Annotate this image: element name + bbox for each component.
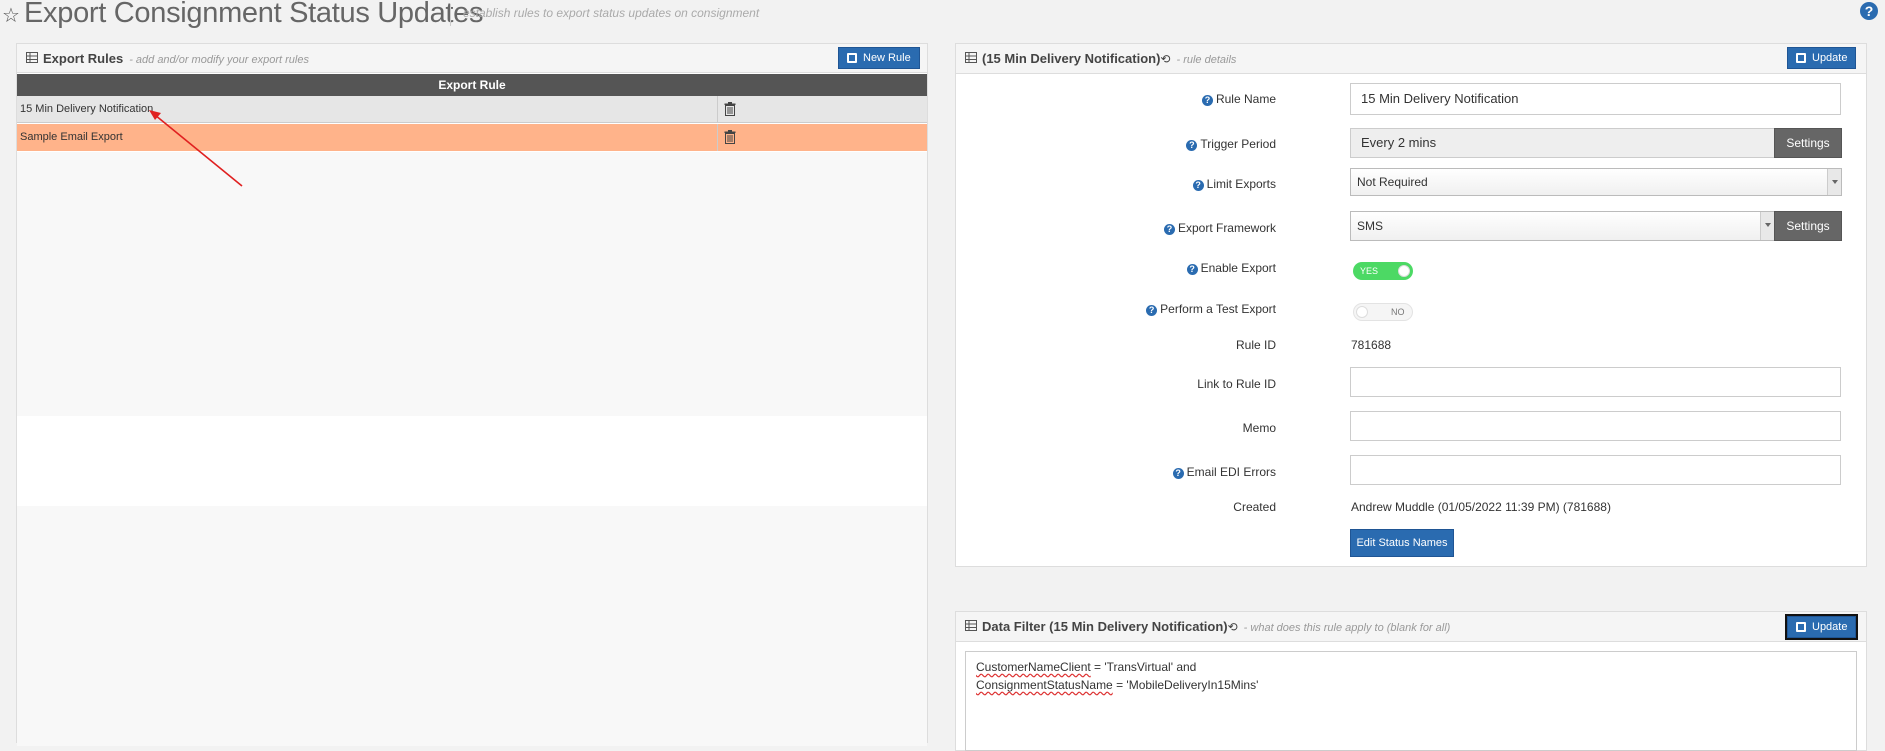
export-rules-title: Export Rules <box>43 51 124 66</box>
memo-input[interactable] <box>1350 411 1841 441</box>
test-export-toggle[interactable]: NO <box>1353 303 1413 321</box>
export-rules-panel: Export Rules - add and/or modify your exp… <box>16 43 928 746</box>
trigger-period-label: ? Trigger Period <box>1186 137 1276 151</box>
trigger-settings-button[interactable]: Settings <box>1774 128 1842 158</box>
rule-name[interactable]: 15 Min Delivery Notification <box>20 96 153 123</box>
filter-field-1: CustomerNameClient <box>976 660 1091 674</box>
title-divider <box>450 4 451 26</box>
data-filter-panel: Data Filter (15 Min Delivery Notificatio… <box>955 611 1867 751</box>
export-framework-label: ? Export Framework <box>1163 221 1276 235</box>
trash-icon[interactable] <box>724 102 736 116</box>
new-rule-label: New Rule <box>863 52 911 64</box>
chevron-down-icon <box>1760 212 1774 240</box>
page-title: Export Consignment Status Updates <box>24 0 484 29</box>
table-icon <box>965 620 977 631</box>
toggle-knob <box>1356 306 1368 318</box>
link-rule-id-label: Link to Rule ID <box>1197 377 1276 391</box>
help-icon[interactable]: ? <box>1186 140 1198 151</box>
export-rules-hint: - add and/or modify your export rules <box>129 54 309 66</box>
rule-name-input[interactable]: 15 Min Delivery Notification <box>1350 83 1841 115</box>
data-filter-hint: - what does this rule apply to (blank fo… <box>1243 622 1451 634</box>
rule-name[interactable]: Sample Email Export <box>20 124 123 151</box>
rule-details-hint: - rule details <box>1176 54 1237 66</box>
data-filter-header: Data Filter (15 Min Delivery Notificatio… <box>956 612 1866 642</box>
filter-line-1: CustomerNameClient = 'TransVirtual' and <box>976 658 1846 676</box>
filter-line-2: ConsignmentStatusName = 'MobileDeliveryI… <box>976 676 1846 694</box>
plus-icon <box>847 53 857 63</box>
table-icon <box>965 52 977 63</box>
export-framework-select[interactable]: SMS <box>1350 211 1775 241</box>
annotation-arrow-icon <box>149 110 243 187</box>
filter-update-button[interactable]: Update <box>1784 614 1859 640</box>
page-subtitle: establish rules to export status updates… <box>463 6 760 20</box>
toggle-knob <box>1398 265 1410 277</box>
email-edi-input[interactable] <box>1350 455 1841 485</box>
update-label: Update <box>1812 52 1848 64</box>
star-icon[interactable]: ☆ <box>2 3 20 27</box>
help-icon[interactable]: ? <box>1146 305 1158 316</box>
edit-status-names-button[interactable]: Edit Status Names <box>1350 529 1454 557</box>
update-button[interactable]: Update <box>1787 47 1857 69</box>
limit-exports-value: Not Required <box>1357 175 1428 189</box>
rule-id-value: 781688 <box>1351 338 1392 352</box>
page-header: ☆ Export Consignment Status Updates esta… <box>0 0 1885 30</box>
new-rule-button[interactable]: New Rule <box>838 47 920 69</box>
table-empty-area <box>17 506 927 746</box>
help-icon[interactable]: ? <box>1201 95 1213 106</box>
help-icon[interactable]: ? <box>1860 2 1878 20</box>
enable-export-state: YES <box>1360 266 1379 276</box>
email-edi-label: ? Email EDI Errors <box>1172 465 1276 479</box>
save-icon <box>1796 622 1806 632</box>
enable-export-toggle[interactable]: YES <box>1353 262 1413 280</box>
framework-settings-button[interactable]: Settings <box>1774 211 1842 241</box>
limit-exports-select[interactable]: Not Required <box>1350 168 1842 196</box>
link-rule-id-input[interactable] <box>1350 367 1841 397</box>
history-icon[interactable]: ⟲ <box>1228 620 1238 634</box>
rule-details-panel: (15 Min Delivery Notification)⟲ - rule de… <box>955 43 1867 567</box>
data-filter-title: Data Filter (15 Min Delivery Notificatio… <box>982 619 1228 634</box>
cell-divider <box>717 96 718 123</box>
data-filter-textarea[interactable]: CustomerNameClient = 'TransVirtual' and … <box>965 651 1857 751</box>
enable-export-label: ? Enable Export <box>1186 261 1276 275</box>
rule-details-header: (15 Min Delivery Notification)⟲ - rule de… <box>956 44 1866 74</box>
limit-exports-label: ? Limit Exports <box>1192 177 1276 191</box>
rule-details-title: (15 Min Delivery Notification) <box>982 51 1161 66</box>
filter-update-label: Update <box>1812 621 1848 633</box>
chevron-down-icon <box>1827 169 1841 195</box>
save-icon <box>1796 53 1806 63</box>
help-icon[interactable]: ? <box>1163 224 1175 235</box>
filter-field-2: ConsignmentStatusName <box>976 678 1113 692</box>
export-framework-value: SMS <box>1357 219 1384 233</box>
rule-id-label: Rule ID <box>1235 338 1276 352</box>
history-icon[interactable]: ⟲ <box>1160 52 1170 66</box>
export-rules-header: Export Rules - add and/or modify your exp… <box>17 44 927 73</box>
rule-name-label: ? Rule Name <box>1201 92 1276 106</box>
created-label: Created <box>1233 500 1276 514</box>
table-empty-area <box>17 152 927 416</box>
help-icon[interactable]: ? <box>1186 264 1198 275</box>
help-icon[interactable]: ? <box>1192 180 1204 191</box>
export-rule-column-header[interactable]: Export Rule <box>17 74 927 96</box>
test-export-state: NO <box>1391 307 1405 317</box>
filter-expr-2: = 'MobileDeliveryIn15Mins' <box>1112 678 1259 692</box>
memo-label: Memo <box>1242 421 1276 435</box>
cell-divider <box>717 124 718 151</box>
test-export-label: ? Perform a Test Export <box>1146 302 1276 316</box>
created-value: Andrew Muddle (01/05/2022 11:39 PM) (781… <box>1351 500 1611 514</box>
table-icon <box>26 52 38 63</box>
filter-expr-1: = 'TransVirtual' and <box>1090 660 1197 674</box>
trash-icon[interactable] <box>724 130 736 144</box>
help-icon[interactable]: ? <box>1172 468 1184 479</box>
trigger-period-field: Every 2 mins <box>1350 128 1775 158</box>
